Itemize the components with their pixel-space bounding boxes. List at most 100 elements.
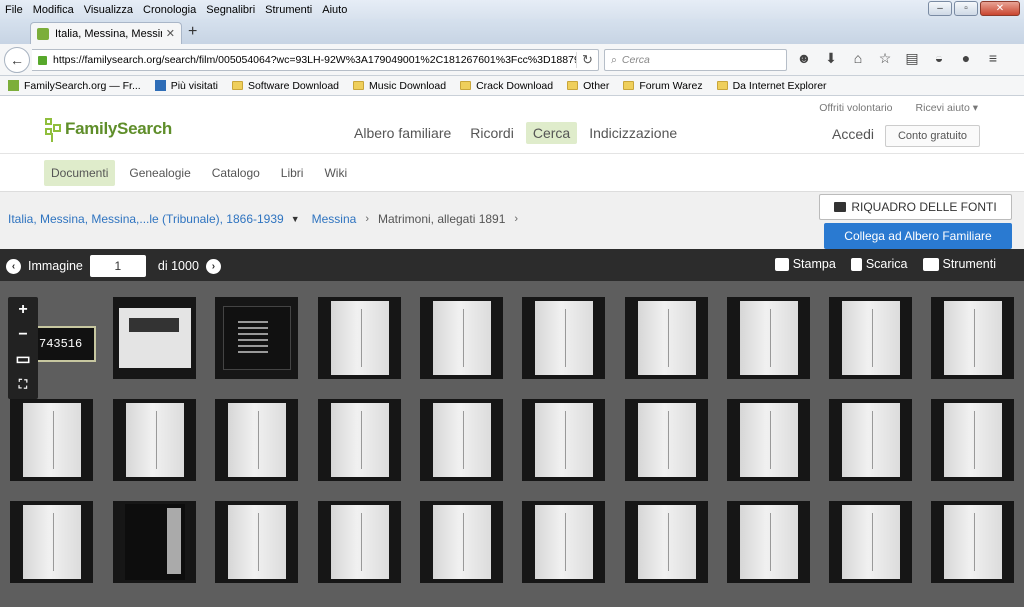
- chevron-right-icon: ›: [365, 213, 369, 225]
- document-page-preview: [943, 505, 1002, 579]
- source-box-button[interactable]: RIQUADRO DELLE FONTI: [819, 194, 1012, 220]
- image-thumbnail[interactable]: [215, 297, 298, 379]
- image-thumbnail[interactable]: [113, 501, 196, 583]
- image-thumbnail[interactable]: [113, 399, 196, 481]
- subnav-wiki[interactable]: Wiki: [317, 160, 354, 186]
- image-thumbnail[interactable]: [318, 399, 401, 481]
- printer-icon: [774, 257, 789, 271]
- image-thumbnail[interactable]: [318, 501, 401, 583]
- previous-image-icon[interactable]: ‹: [6, 258, 21, 274]
- subnav-books[interactable]: Libri: [274, 160, 311, 186]
- zoom-in-icon[interactable]: +: [8, 297, 38, 322]
- tools-button[interactable]: Strumenti: [922, 257, 996, 271]
- image-thumbnail[interactable]: [215, 501, 298, 583]
- new-tab-icon[interactable]: +: [188, 23, 197, 41]
- close-window-icon[interactable]: ✕: [980, 1, 1020, 16]
- image-number-input[interactable]: [89, 255, 146, 277]
- image-thumbnail[interactable]: [10, 399, 93, 481]
- sign-in-link[interactable]: Accedi: [832, 126, 874, 142]
- image-thumbnail[interactable]: [113, 297, 196, 379]
- image-thumbnail[interactable]: [931, 297, 1014, 379]
- image-thumbnail[interactable]: [829, 501, 912, 583]
- help-link[interactable]: Ricevi aiuto ▾: [916, 102, 978, 114]
- image-thumbnail[interactable]: [522, 399, 605, 481]
- image-thumbnail[interactable]: [829, 399, 912, 481]
- image-thumbnail[interactable]: [10, 501, 93, 583]
- hamburger-menu-icon[interactable]: ≡: [985, 50, 1001, 67]
- bookmark-internet-explorer[interactable]: Da Internet Explorer: [716, 80, 827, 92]
- maximize-icon[interactable]: ▫: [954, 1, 978, 16]
- menu-segnalibri[interactable]: Segnalibri: [201, 4, 260, 16]
- image-thumbnail[interactable]: [215, 399, 298, 481]
- nav-family-tree[interactable]: Albero familiare: [347, 122, 458, 144]
- menu-cronologia[interactable]: Cronologia: [138, 4, 201, 16]
- browser-search-input[interactable]: ⌕ Cerca: [604, 49, 787, 71]
- minimize-icon[interactable]: –: [928, 1, 952, 16]
- print-button[interactable]: Stampa: [774, 257, 836, 271]
- image-thumbnail[interactable]: [420, 501, 503, 583]
- document-page-preview: [330, 403, 389, 477]
- image-thumbnail[interactable]: [625, 297, 708, 379]
- chat-icon[interactable]: ●: [958, 50, 974, 67]
- image-thumbnail[interactable]: [727, 399, 810, 481]
- image-thumbnail[interactable]: [420, 297, 503, 379]
- bookmark-other[interactable]: Other: [567, 80, 609, 92]
- close-tab-icon[interactable]: ✕: [166, 27, 175, 40]
- bookmark-familysearch[interactable]: FamilySearch.org — Fr...: [8, 80, 141, 92]
- image-thumbnail[interactable]: [727, 297, 810, 379]
- nav-memories[interactable]: Ricordi: [463, 122, 521, 144]
- main-navigation: Albero familiare Ricordi Cerca Indicizza…: [347, 122, 689, 144]
- search-placeholder: Cerca: [621, 54, 650, 66]
- next-image-icon[interactable]: ›: [205, 258, 221, 274]
- bookmark-music-download[interactable]: Music Download: [353, 80, 446, 92]
- subnav-genealogies[interactable]: Genealogie: [122, 160, 197, 186]
- pocket-icon[interactable]: ◒: [931, 50, 947, 67]
- download-button[interactable]: Scarica: [850, 257, 908, 271]
- image-thumbnail[interactable]: [727, 501, 810, 583]
- fullscreen-icon[interactable]: ⛶: [8, 372, 38, 397]
- source-box-label: RIQUADRO DELLE FONTI: [851, 200, 997, 214]
- menu-modifica[interactable]: Modifica: [28, 4, 79, 16]
- image-thumbnail[interactable]: [829, 297, 912, 379]
- image-thumbnail[interactable]: [931, 501, 1014, 583]
- bookmark-most-visited[interactable]: Più visitati: [154, 80, 218, 92]
- image-thumbnail[interactable]: [625, 399, 708, 481]
- bookmark-star-icon[interactable]: ☆: [877, 50, 893, 67]
- breadcrumb-collection[interactable]: Italia, Messina, Messina,...le (Tribunal…: [8, 212, 284, 226]
- fit-screen-icon[interactable]: ▭: [8, 347, 38, 372]
- back-arrow-icon[interactable]: ←: [4, 47, 30, 73]
- familysearch-logo[interactable]: FamilySearch: [43, 116, 172, 142]
- image-thumbnail[interactable]: [625, 501, 708, 583]
- bookmark-forum-warez[interactable]: Forum Warez: [623, 80, 703, 92]
- nav-indexing[interactable]: Indicizzazione: [582, 122, 684, 144]
- bookmark-software-download[interactable]: Software Download: [231, 80, 339, 92]
- image-thumbnail[interactable]: [522, 297, 605, 379]
- subnav-catalog[interactable]: Catalogo: [205, 160, 267, 186]
- nav-search[interactable]: Cerca: [525, 122, 578, 144]
- url-bar[interactable]: https://familysearch.org/search/film/005…: [32, 49, 599, 71]
- addon-icon[interactable]: ☻: [796, 50, 812, 67]
- attach-to-tree-button[interactable]: Collega ad Albero Familiare: [824, 223, 1012, 249]
- download-arrow-icon[interactable]: ⬇: [823, 50, 839, 67]
- bookmark-crack-download[interactable]: Crack Download: [460, 80, 553, 92]
- menu-visualizza[interactable]: Visualizza: [79, 4, 138, 16]
- image-thumbnail[interactable]: [522, 501, 605, 583]
- subnav-records[interactable]: Documenti: [44, 160, 116, 186]
- image-thumbnail[interactable]: [931, 399, 1014, 481]
- browser-tab[interactable]: Italia, Messina, Messina, St... ✕: [30, 22, 182, 44]
- reading-list-icon[interactable]: ▤: [904, 50, 920, 67]
- menu-bar: File Modifica Visualizza Cronologia Segn…: [0, 0, 1024, 19]
- zoom-out-icon[interactable]: −: [8, 322, 38, 347]
- breadcrumb-place[interactable]: Messina: [312, 212, 357, 226]
- dropdown-caret-icon[interactable]: ▼: [291, 214, 300, 224]
- volunteer-link[interactable]: Offriti volontario: [819, 102, 892, 114]
- free-account-button[interactable]: Conto gratuito: [885, 125, 980, 147]
- home-icon[interactable]: ⌂: [850, 50, 866, 67]
- menu-strumenti[interactable]: Strumenti: [260, 4, 317, 16]
- folder-icon: [623, 81, 635, 90]
- menu-file[interactable]: File: [0, 4, 28, 16]
- image-thumbnail[interactable]: [420, 399, 503, 481]
- reload-icon[interactable]: ↻: [576, 52, 598, 68]
- menu-aiuto[interactable]: Aiuto: [317, 4, 352, 16]
- image-thumbnail[interactable]: [318, 297, 401, 379]
